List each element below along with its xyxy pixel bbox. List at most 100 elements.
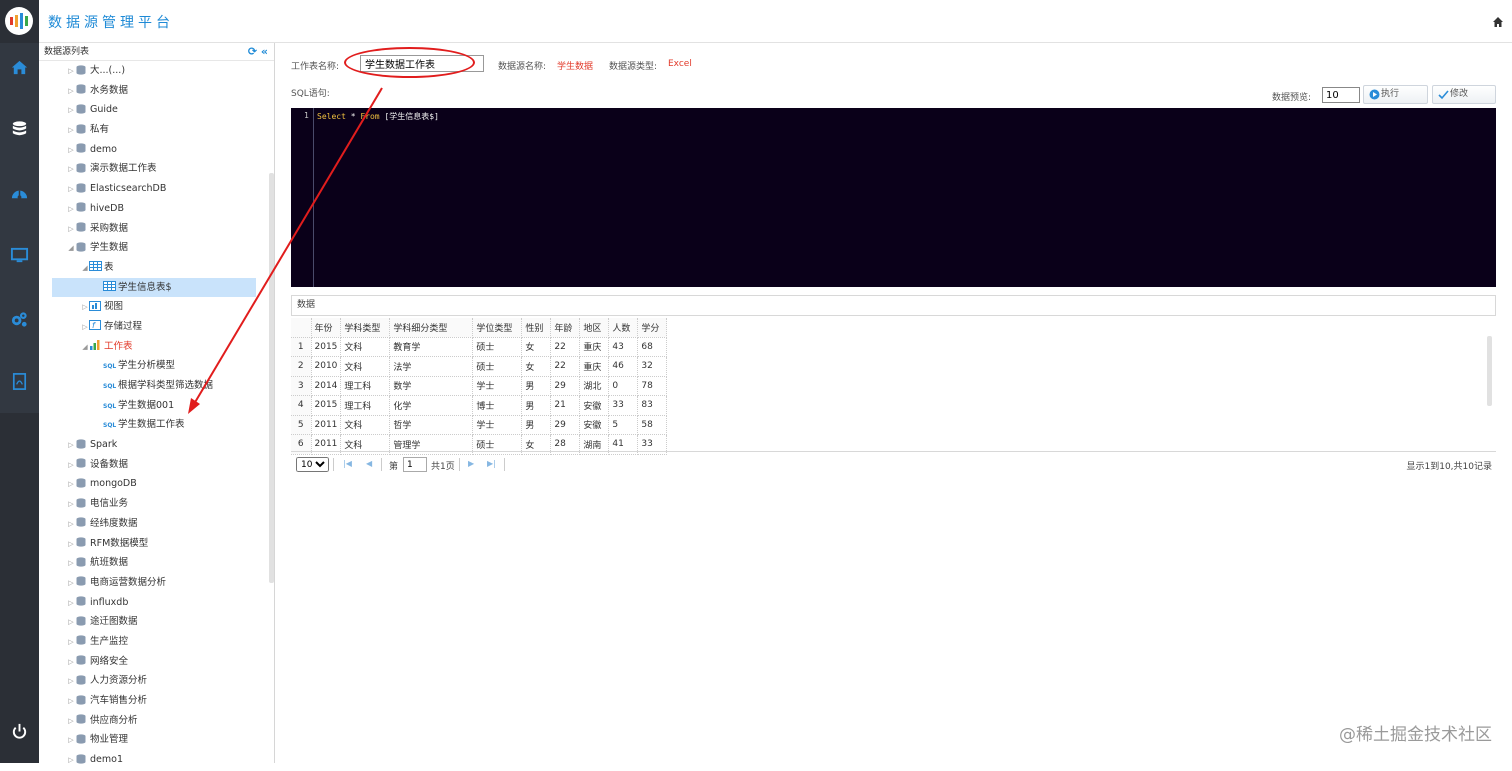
edit-button[interactable]: 修改 [1432,85,1496,104]
grid-column-header[interactable]: 学分 [638,318,667,337]
tree-toggle[interactable]: ▷ [67,613,75,633]
tree-toggle[interactable]: ▷ [67,141,75,161]
tree-toggle[interactable]: ▷ [67,653,75,673]
table-row[interactable]: 12015文科教育学硕士女22重庆4368 [291,337,667,357]
home-icon[interactable] [1492,16,1504,28]
tree-toggle[interactable]: ▷ [81,298,89,318]
tree-toggle[interactable]: ▷ [67,751,75,771]
tree-node[interactable]: ▷demo [39,140,269,160]
tree-toggle[interactable]: ▷ [67,436,75,456]
tree-toggle[interactable]: ▷ [67,200,75,220]
tree-toggle[interactable]: ▷ [67,220,75,240]
tree-node[interactable]: ▷汽车销售分析 [39,691,269,711]
prev-page-icon[interactable]: ◀ [366,459,372,468]
tree-toggle[interactable]: ▷ [67,475,75,495]
tree-node[interactable]: SQL学生分析模型 [39,356,269,376]
tree-toggle[interactable]: ▷ [67,160,75,180]
tree-toggle[interactable]: ▷ [67,180,75,200]
tree-toggle[interactable]: ▷ [67,515,75,535]
tree-toggle[interactable]: ▷ [67,594,75,614]
tree-node[interactable]: ▷大...(...) [39,61,269,81]
tree-node[interactable]: ▷演示数据工作表 [39,159,269,179]
tree-node[interactable]: ▷demo1 [39,750,269,770]
tree-toggle[interactable]: ▷ [67,692,75,712]
tree-node[interactable]: ▷私有 [39,120,269,140]
tree-node[interactable]: ▷航班数据 [39,553,269,573]
grid-column-header[interactable]: 性别 [522,318,551,337]
grid-column-header[interactable]: 学位类型 [473,318,522,337]
tree-toggle[interactable]: ▷ [67,456,75,476]
tree-node[interactable]: ◢学生数据 [39,238,269,258]
pdf-icon[interactable] [10,372,29,391]
tree-node[interactable]: ▷视图 [39,297,269,317]
table-row[interactable]: 32014理工科数学学士男29湖北078 [291,376,667,396]
table-row[interactable]: 42015理工科化学博士男21安徽3383 [291,396,667,416]
tree-scrollbar[interactable] [269,173,274,583]
preview-count-input[interactable] [1322,87,1360,103]
tree-node[interactable]: ▷经纬度数据 [39,514,269,534]
tree-node[interactable]: ▷设备数据 [39,455,269,475]
tree-toggle[interactable]: ▷ [67,535,75,555]
tree-toggle[interactable]: ▷ [67,712,75,732]
tree-node[interactable]: ▷供应商分析 [39,711,269,731]
dashboard-icon[interactable] [10,184,29,203]
tree-node[interactable]: ▷途迁图数据 [39,612,269,632]
tree-node[interactable]: ▷RFM数据模型 [39,534,269,554]
grid-scrollbar[interactable] [1487,336,1492,406]
run-button[interactable]: 执行 [1363,85,1428,104]
refresh-icon[interactable]: ⟳ [248,45,257,58]
grid-column-header[interactable]: 学科细分类型 [390,318,473,337]
grid-column-header[interactable]: 学科类型 [341,318,390,337]
tree-node[interactable]: SQL学生数据001 [39,396,269,416]
tree-node[interactable]: ▷水务数据 [39,81,269,101]
sql-code[interactable]: Select * From [学生信息表$] [317,111,439,122]
tree-toggle[interactable]: ▷ [67,554,75,574]
tree-node[interactable]: ▷生产监控 [39,632,269,652]
sql-editor[interactable]: 1 Select * From [学生信息表$] [291,108,1496,287]
grid-column-header[interactable]: 地区 [580,318,609,337]
tree-node[interactable]: ▷mongoDB [39,474,269,494]
tree-node[interactable]: ▷网络安全 [39,652,269,672]
tree-node[interactable]: ▷物业管理 [39,730,269,750]
tree-toggle[interactable]: ▷ [81,318,89,338]
settings-icon[interactable] [10,310,29,329]
tree-toggle[interactable]: ▷ [67,574,75,594]
tree-node[interactable]: ▷电商运营数据分析 [39,573,269,593]
last-page-icon[interactable]: ▶| [487,459,496,468]
tree-node[interactable]: ▷ElasticsearchDB [39,179,269,199]
first-page-icon[interactable]: |◀ [343,459,352,468]
tree-toggle[interactable]: ▷ [67,62,75,82]
table-row[interactable]: 52011文科哲学学士男29安徽558 [291,415,667,435]
grid-column-header[interactable]: 人数 [609,318,638,337]
tree-node[interactable]: ▷f存储过程 [39,317,269,337]
tree-node[interactable]: SQL根据学科类型筛选数据 [39,376,269,396]
tree-node[interactable]: ▷Guide [39,100,269,120]
page-size-select[interactable]: 10 [296,457,329,472]
tree-toggle[interactable]: ▷ [67,633,75,653]
tree-toggle[interactable]: ▷ [67,82,75,102]
tree-toggle[interactable]: ▷ [67,121,75,141]
collapse-icon[interactable]: « [261,45,268,58]
home-icon[interactable] [10,58,29,77]
power-icon[interactable] [10,722,29,741]
tree-node[interactable]: 学生信息表$ [52,278,256,298]
tree-node[interactable]: ▷influxdb [39,593,269,613]
grid-column-header[interactable]: 年龄 [551,318,580,337]
monitor-icon[interactable] [10,246,29,265]
tree-toggle[interactable]: ▷ [67,101,75,121]
tree-node[interactable]: ▷hiveDB [39,199,269,219]
next-page-icon[interactable]: ▶ [468,459,474,468]
tree-toggle[interactable]: ◢ [81,338,89,358]
page-number-input[interactable] [403,457,427,472]
tree-toggle[interactable]: ▷ [67,495,75,515]
tree-node[interactable]: ▷采购数据 [39,219,269,239]
tree-toggle[interactable]: ◢ [81,259,89,279]
tree-toggle[interactable]: ▷ [67,672,75,692]
table-row[interactable]: 22010文科法学硕士女22重庆4632 [291,357,667,377]
tree-toggle[interactable]: ◢ [67,239,75,259]
tree-node[interactable]: ▷电信业务 [39,494,269,514]
tree-toggle[interactable]: ▷ [67,731,75,751]
tree-node[interactable]: ▷人力资源分析 [39,671,269,691]
tree-node[interactable]: ▷Spark [39,435,269,455]
grid-column-header[interactable]: 年份 [311,318,341,337]
